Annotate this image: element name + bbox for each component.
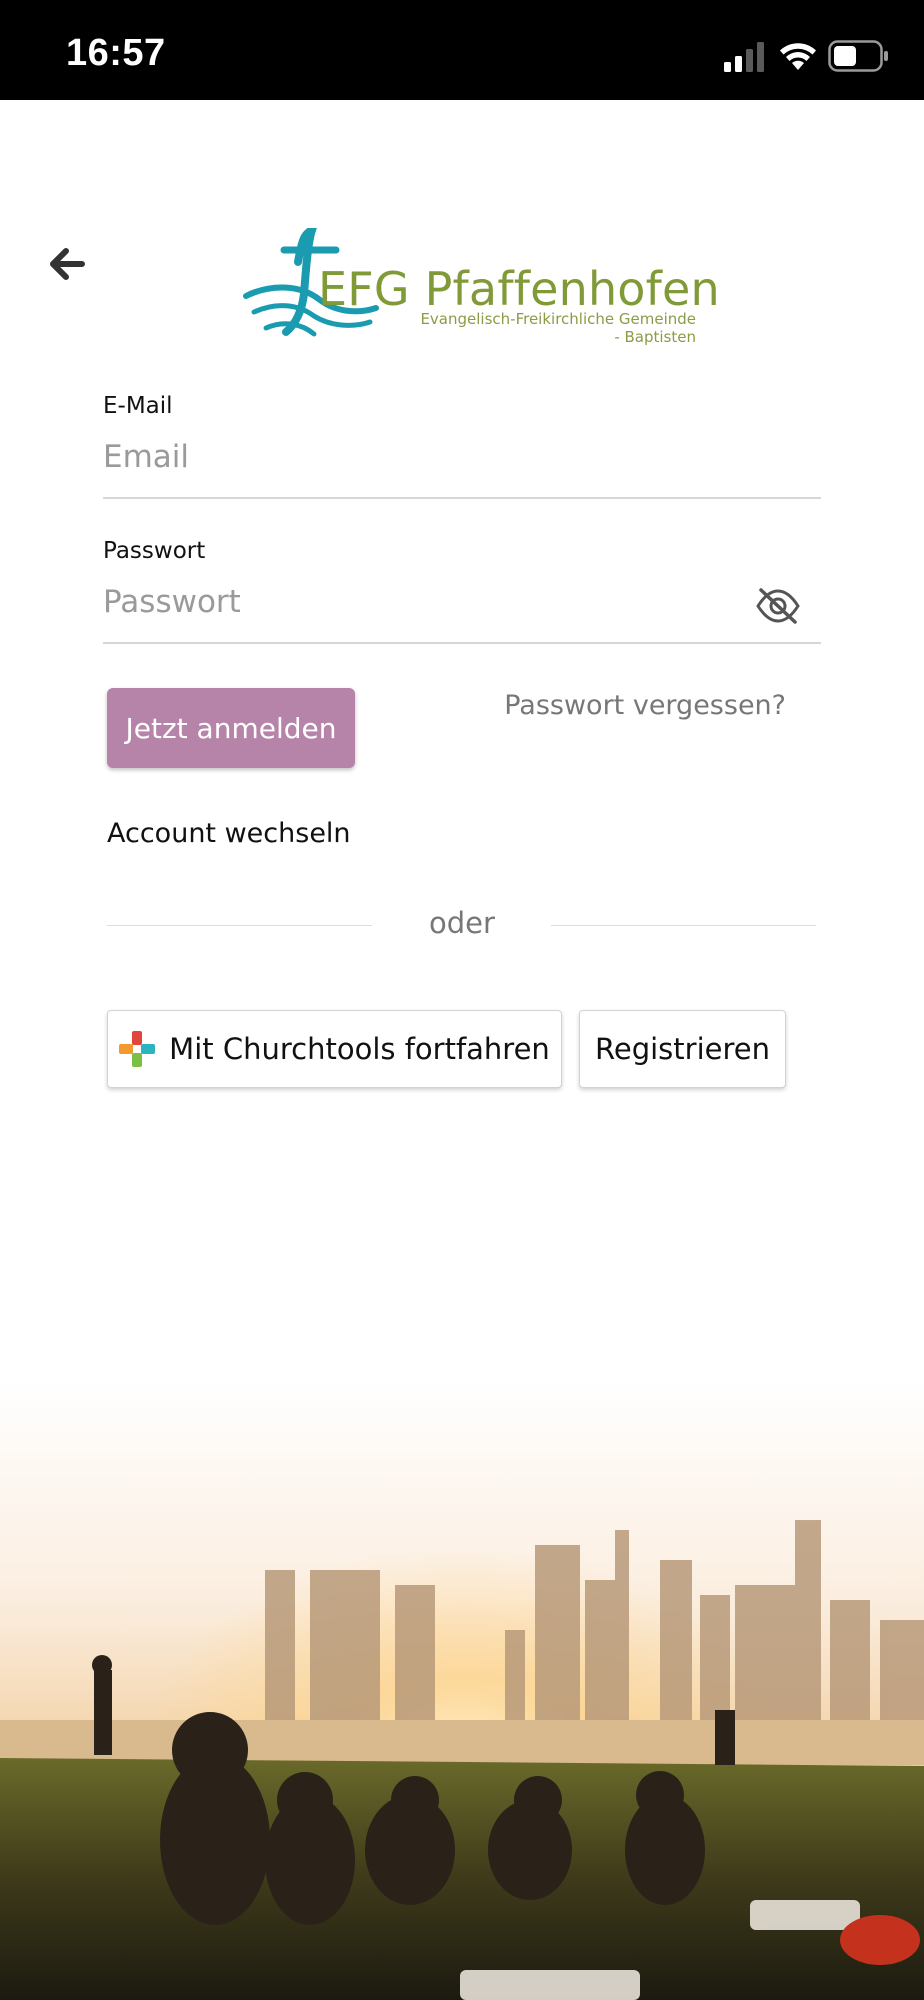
email-field-group: E-Mail bbox=[103, 393, 821, 499]
switch-account-link[interactable]: Account wechseln bbox=[107, 818, 351, 849]
logo-subtitle-line2: - Baptisten bbox=[614, 328, 696, 346]
churchtools-logo-icon bbox=[119, 1031, 156, 1067]
eye-off-icon[interactable] bbox=[755, 586, 801, 626]
status-bar: 16:57 bbox=[0, 0, 924, 100]
login-button[interactable]: Jetzt anmelden bbox=[107, 688, 355, 768]
logo-subtitle: Evangelisch-Freikirchliche Gemeinde - Ba… bbox=[420, 310, 696, 346]
church-logo: EFG Pfaffenhofen Evangelisch-Freikirchli… bbox=[240, 228, 720, 346]
battery-icon bbox=[828, 40, 888, 72]
password-input[interactable] bbox=[103, 580, 723, 624]
email-input[interactable] bbox=[103, 435, 821, 479]
register-button[interactable]: Registrieren bbox=[579, 1010, 786, 1088]
email-label: E-Mail bbox=[103, 393, 173, 419]
status-time: 16:57 bbox=[66, 32, 166, 74]
password-label: Passwort bbox=[103, 538, 206, 564]
churchtools-button[interactable]: Mit Churchtools fortfahren bbox=[107, 1010, 562, 1088]
wifi-icon bbox=[780, 43, 816, 70]
divider-or: oder bbox=[429, 906, 495, 940]
background-city-picnic-image bbox=[0, 1380, 924, 2000]
register-button-label: Registrieren bbox=[595, 1032, 770, 1066]
logo-subtitle-line1: Evangelisch-Freikirchliche Gemeinde bbox=[420, 310, 696, 328]
churchtools-button-label: Mit Churchtools fortfahren bbox=[169, 1032, 550, 1066]
email-underline bbox=[103, 497, 821, 499]
password-field-group: Passwort bbox=[103, 538, 821, 644]
forgot-password-link[interactable]: Passwort vergessen? bbox=[504, 690, 786, 721]
arrow-left-icon[interactable] bbox=[44, 240, 92, 288]
divider-line-right bbox=[551, 925, 816, 926]
divider-line-left bbox=[107, 925, 372, 926]
logo-title: EFG Pfaffenhofen bbox=[318, 262, 720, 316]
cellular-signal-icon bbox=[724, 42, 764, 72]
password-underline bbox=[103, 642, 821, 644]
